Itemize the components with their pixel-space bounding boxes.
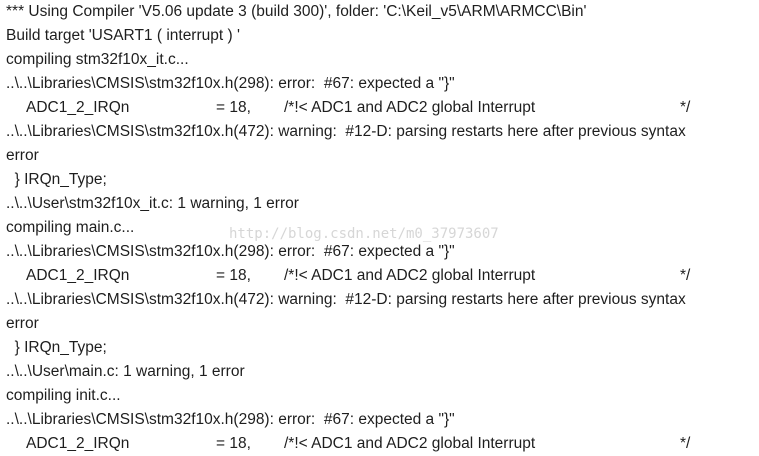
build-output-line: ..\..\User\main.c: 1 warning, 1 error <box>6 363 245 380</box>
source-line-comment: /*!< ADC1 and ADC2 global Interrupt <box>284 99 536 116</box>
build-output-line: compiling main.c... <box>6 219 135 236</box>
build-output-line: Build target 'USART1 ( interrupt ) ' <box>6 27 240 44</box>
source-line-value: = 18, <box>216 435 251 452</box>
source-line-name: ADC1_2_IRQn <box>26 267 130 284</box>
build-output-line: } IRQn_Type; <box>6 171 107 188</box>
source-line-name: ADC1_2_IRQn <box>26 435 130 452</box>
source-line-name: ADC1_2_IRQn <box>26 99 130 116</box>
source-line-value: = 18, <box>216 99 251 116</box>
build-output-line: error <box>6 147 39 164</box>
source-line-comment: /*!< ADC1 and ADC2 global Interrupt <box>284 267 536 284</box>
build-output-line: ..\..\Libraries\CMSIS\stm32f10x.h(298): … <box>6 243 455 260</box>
build-output-panel: *** Using Compiler 'V5.06 update 3 (buil… <box>0 0 759 455</box>
build-output-line: compiling stm32f10x_it.c... <box>6 51 189 68</box>
source-line-comment: /*!< ADC1 and ADC2 global Interrupt <box>284 435 536 452</box>
build-output-line: error <box>6 315 39 332</box>
build-output-line: ..\..\Libraries\CMSIS\stm32f10x.h(472): … <box>6 291 686 308</box>
build-output-line: } IRQn_Type; <box>6 339 107 356</box>
build-output-line: ..\..\User\stm32f10x_it.c: 1 warning, 1 … <box>6 195 299 212</box>
build-output-line: ..\..\Libraries\CMSIS\stm32f10x.h(298): … <box>6 411 455 428</box>
source-line-end: */ <box>680 267 691 284</box>
build-output-line: compiling init.c... <box>6 387 121 404</box>
source-line-end: */ <box>680 435 691 452</box>
source-line-end: */ <box>680 99 691 116</box>
build-output-line: *** Using Compiler 'V5.06 update 3 (buil… <box>6 3 587 20</box>
source-line-value: = 18, <box>216 267 251 284</box>
build-output-line: ..\..\Libraries\CMSIS\stm32f10x.h(298): … <box>6 75 455 92</box>
build-output-line: ..\..\Libraries\CMSIS\stm32f10x.h(472): … <box>6 123 686 140</box>
